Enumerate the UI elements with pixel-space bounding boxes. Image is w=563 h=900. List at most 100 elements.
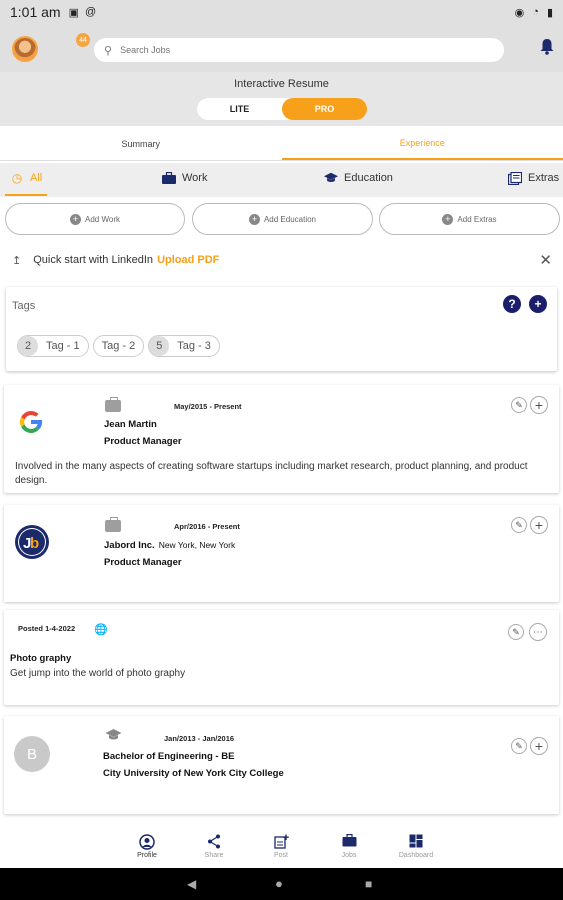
entry-name: Jabord Inc. <box>104 540 155 551</box>
add-tag-icon[interactable]: + <box>529 295 547 313</box>
google-logo <box>14 405 50 441</box>
user-avatar[interactable] <box>12 36 38 62</box>
entry-degree: Bachelor of Engineering - BE <box>103 751 235 762</box>
toggle-lite[interactable]: LITE <box>197 98 282 120</box>
search-icon: ⚲ <box>104 44 113 57</box>
nav-label: Jobs <box>341 852 357 859</box>
tag-chip[interactable]: 5 Tag - 3 <box>148 335 220 357</box>
linkedin-text: Quick start with LinkedIn <box>33 254 154 266</box>
extras-icon <box>508 171 522 185</box>
add-icon[interactable]: + <box>530 396 548 414</box>
tag-list: 2 Tag - 1 Tag - 2 5 Tag - 3 <box>17 335 220 357</box>
entry-date: Apr/2016 - Present <box>174 522 240 531</box>
clock-icon: ◷ <box>11 171 23 185</box>
nav-label: Dashboard <box>398 852 434 859</box>
more-icon[interactable]: ⋯ <box>529 623 547 641</box>
plus-icon: + <box>442 213 454 225</box>
tag-chip[interactable]: 2 Tag - 1 <box>17 335 89 357</box>
edit-icon[interactable]: ✎ <box>511 397 527 413</box>
nav-label: Share <box>204 852 224 859</box>
edit-icon[interactable]: ✎ <box>511 517 527 533</box>
tag-label: Tag - 2 <box>101 340 136 352</box>
nav-label: Profile <box>137 852 157 859</box>
nav-jobs[interactable]: Jobs <box>329 834 369 859</box>
at-icon: @ <box>85 6 97 18</box>
resume-mode-toggle[interactable]: LITE PRO <box>197 98 367 120</box>
jabord-logo: J b <box>14 524 50 560</box>
profile-icon <box>127 834 167 852</box>
edit-icon[interactable]: ✎ <box>511 738 527 754</box>
jobs-icon <box>329 834 369 852</box>
svg-text:b: b <box>30 535 39 552</box>
nav-dashboard[interactable]: Dashboard <box>396 834 436 859</box>
add-education-label: Add Education <box>263 214 317 224</box>
entry-role: Product Manager <box>104 557 182 568</box>
experience-card[interactable]: May/2015 - Present Jean Martin Product M… <box>4 385 559 493</box>
experience-card[interactable]: J b Apr/2016 - Present Jabord Inc. New Yo… <box>4 505 559 602</box>
category-tab-education[interactable]: Education <box>324 171 393 185</box>
tab-summary[interactable]: Summary <box>0 127 282 160</box>
back-icon[interactable]: ◀ <box>187 877 196 891</box>
education-card[interactable]: B Jan/2013 - Jan/2016 Bachelor of Engine… <box>4 716 559 814</box>
help-icon[interactable]: ? <box>503 295 521 313</box>
section-tabs: Summary Experience <box>0 127 563 161</box>
post-title: Photo graphy <box>10 653 72 664</box>
category-label: All <box>30 172 43 184</box>
resume-title: Interactive Resume <box>234 78 329 90</box>
graduation-cap-icon <box>105 729 122 744</box>
nav-label: Post <box>273 852 288 859</box>
bell-icon[interactable] <box>540 39 556 57</box>
add-icon[interactable]: + <box>530 516 548 534</box>
add-extras-button[interactable]: + Add Extras <box>379 203 560 235</box>
edit-icon[interactable]: ✎ <box>508 624 524 640</box>
category-label: Work <box>182 172 208 184</box>
add-icon[interactable]: + <box>530 737 548 755</box>
add-work-button[interactable]: + Add Work <box>5 203 185 235</box>
upload-icon: ↥ <box>12 254 22 267</box>
nav-post[interactable]: Post <box>261 834 301 859</box>
institution-avatar: B <box>14 736 50 772</box>
search-input[interactable] <box>120 45 461 55</box>
category-tabs: ◷ All Work Education Extras <box>0 163 563 197</box>
plus-icon: + <box>248 213 260 225</box>
globe-icon: 🌐 <box>94 624 108 636</box>
entry-location: New York, New York <box>158 540 236 550</box>
tag-label: Tag - 3 <box>177 340 211 352</box>
tab-experience[interactable]: Experience <box>281 127 563 160</box>
recents-icon[interactable]: ■ <box>365 877 372 891</box>
post-icon <box>261 834 301 852</box>
entry-role: Product Manager <box>104 436 182 447</box>
status-bar: 1:01 am ▣ @ ◉ ◔ ▮ <box>0 0 563 24</box>
search-bar[interactable]: ⚲ <box>94 38 504 62</box>
briefcase-icon <box>105 517 121 532</box>
system-navigation-bar: ◀ ● ■ <box>0 868 563 900</box>
category-tab-all[interactable]: ◷ All <box>10 171 42 185</box>
status-time: 1:01 am <box>10 4 61 20</box>
upload-pdf-link[interactable]: Upload PDF <box>157 254 219 266</box>
category-tab-work[interactable]: Work <box>162 171 207 185</box>
close-icon[interactable]: ✕ <box>539 251 552 269</box>
tag-count: 5 <box>149 336 170 356</box>
entry-name: Jean Martin <box>104 419 157 430</box>
active-category-indicator <box>5 194 47 196</box>
entry-name-line: Jabord Inc. New York, New York <box>104 540 235 551</box>
entry-institution: City University of New York City College <box>103 768 284 779</box>
entry-date: May/2015 - Present <box>174 402 242 411</box>
toggle-pro[interactable]: PRO <box>282 98 367 120</box>
eye-icon: ◉ <box>514 6 525 19</box>
post-card[interactable]: Posted 1-4-2022 🌐 Photo graphy Get jump … <box>4 610 559 705</box>
briefcase-icon <box>162 171 176 185</box>
add-education-button[interactable]: + Add Education <box>192 203 373 235</box>
tags-label: Tags <box>12 300 36 312</box>
linkedin-quick-start: ↥ Quick start with LinkedIn Upload PDF ✕ <box>12 251 552 269</box>
nav-share[interactable]: Share <box>194 834 234 859</box>
graduation-cap-icon <box>324 171 338 185</box>
category-tab-extras[interactable]: Extras <box>508 171 559 185</box>
nav-profile[interactable]: Profile <box>127 834 167 859</box>
wifi-icon: ◔ <box>532 5 539 18</box>
tag-chip[interactable]: Tag - 2 <box>92 335 145 357</box>
bottom-navigation: Profile Share Post Jobs Dashboard <box>0 830 563 870</box>
dashboard-icon <box>396 834 436 852</box>
app-bar: 44 ⚲ <box>0 24 563 72</box>
home-icon[interactable]: ● <box>275 876 283 891</box>
